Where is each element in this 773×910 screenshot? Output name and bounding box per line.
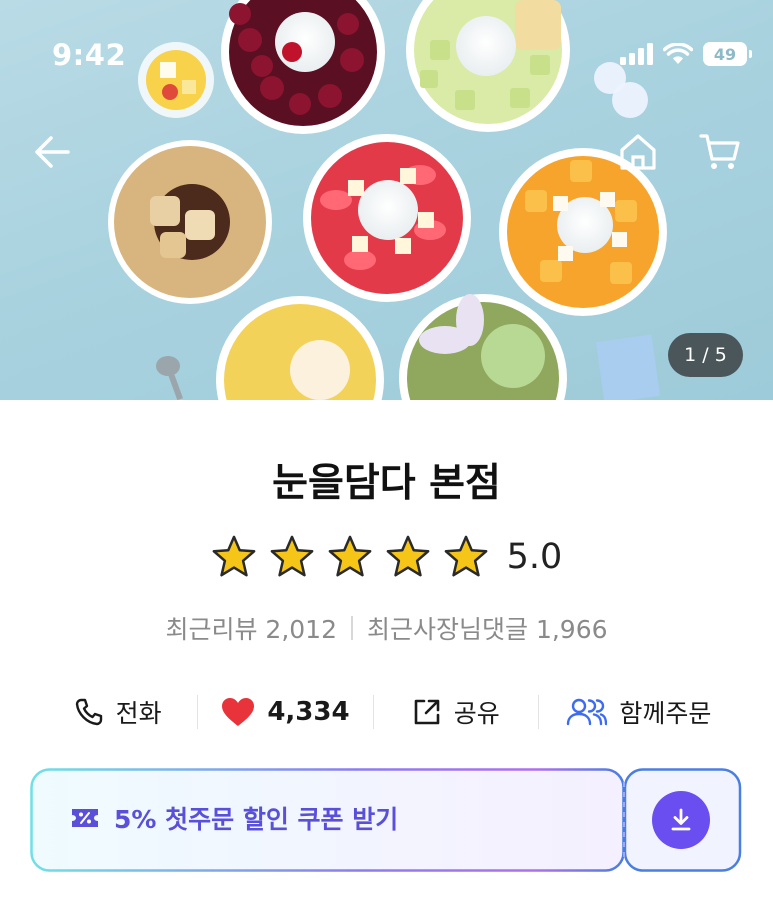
coupon-ticket-icon xyxy=(72,809,98,827)
share-icon xyxy=(414,699,440,725)
almond-bingsu-bowl xyxy=(216,296,384,400)
battery-icon: 49 xyxy=(703,42,752,66)
call-button[interactable]: 전화 xyxy=(38,686,197,738)
cart-button[interactable] xyxy=(696,128,744,176)
call-label: 전화 xyxy=(115,699,162,728)
back-arrow-icon xyxy=(35,136,70,168)
like-button[interactable]: 4,334 xyxy=(198,686,372,738)
star-icon xyxy=(444,535,488,577)
rating-value: 5.0 xyxy=(506,537,563,577)
injeolmi-bingsu-bowl xyxy=(108,140,272,304)
spoon xyxy=(156,356,183,400)
status-icons: 49 xyxy=(619,42,752,66)
coupon-text: 5% 첫주문 할인 쿠폰 받기 xyxy=(70,800,398,836)
review-stats[interactable]: 최근리뷰 2,012 최근사장님댓글 1,966 xyxy=(0,610,773,646)
coupon-label: 5% 첫주문 할인 쿠폰 받기 xyxy=(114,805,399,834)
group-order-button[interactable]: 함께주문 xyxy=(539,686,738,738)
likes-count: 4,334 xyxy=(267,697,350,727)
wifi-icon xyxy=(663,43,693,64)
heart-icon xyxy=(222,698,255,726)
star-icon xyxy=(270,535,314,577)
cellular-signal-icon xyxy=(620,43,653,65)
divider xyxy=(351,616,353,640)
home-icon xyxy=(620,134,656,170)
recent-reviews-count[interactable]: 최근리뷰 2,012 xyxy=(165,610,337,646)
battery-level: 49 xyxy=(713,44,737,64)
hero-image-carousel[interactable]: 9:42 49 1 / 5 xyxy=(0,0,773,400)
rating-row[interactable]: 5.0 xyxy=(0,534,773,580)
strawberry-bingsu-bowl xyxy=(303,134,471,302)
status-bar: 9:42 49 xyxy=(0,0,773,110)
owner-replies-count[interactable]: 최근사장님댓글 1,966 xyxy=(367,610,608,646)
coupon-download-button[interactable] xyxy=(652,791,710,849)
back-button[interactable] xyxy=(28,128,76,176)
star-icon xyxy=(386,535,430,577)
store-name: 눈을담다 본점 xyxy=(272,461,501,506)
image-page-counter: 1 / 5 xyxy=(668,333,743,377)
group-users-icon xyxy=(567,698,608,726)
group-order-label: 함께주문 xyxy=(619,699,712,728)
download-icon xyxy=(671,808,691,831)
menu-card xyxy=(595,334,661,400)
cart-icon xyxy=(699,134,740,169)
home-button[interactable] xyxy=(614,128,662,176)
status-time: 9:42 xyxy=(52,38,127,72)
first-order-coupon-banner[interactable]: 5% 첫주문 할인 쿠폰 받기 xyxy=(30,768,742,872)
matcha-bingsu-bowl xyxy=(399,294,567,400)
star-icon xyxy=(212,535,256,577)
share-label: 공유 xyxy=(453,699,500,728)
star-icon xyxy=(328,535,372,577)
store-actions: 전화 4,334 공유 함께주문 xyxy=(38,686,738,738)
share-button[interactable]: 공유 xyxy=(374,686,538,738)
phone-icon xyxy=(75,698,102,726)
star-rating xyxy=(211,534,489,580)
